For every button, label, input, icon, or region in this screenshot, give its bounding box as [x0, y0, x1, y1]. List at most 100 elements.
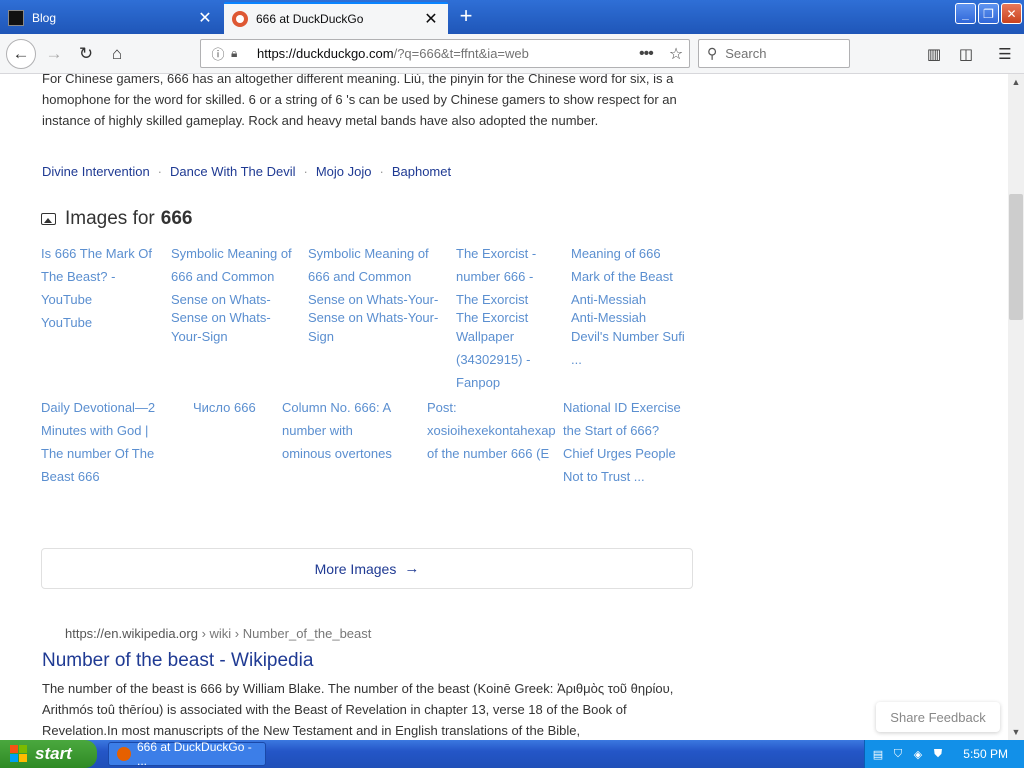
security-alert-icon[interactable]: ⛊ — [931, 747, 945, 761]
minimize-button[interactable]: _ — [955, 3, 976, 24]
image-tile-caption: National ID Exercise — [563, 400, 681, 415]
image-result-tile[interactable]: Column No. 666: A number with ominous over… — [282, 396, 412, 465]
image-tile-caption: Число 666 — [193, 400, 256, 415]
image-icon — [41, 213, 56, 225]
search-placeholder: Search — [725, 46, 767, 61]
image-tile-caption: ... — [571, 352, 582, 367]
bookmark-star-icon[interactable]: ☆ — [663, 44, 689, 64]
image-result-tile[interactable]: Post: xosioihexekontahexap of the number 6… — [427, 396, 557, 465]
image-tile-caption: Column No. 666: A — [282, 400, 392, 415]
image-tile-caption: Beast 666 — [41, 469, 100, 484]
start-button[interactable]: start — [0, 740, 97, 768]
image-tile-caption: 666 and Common — [171, 269, 275, 284]
url-text[interactable]: https://duckduckgo.com/?q=666&t=ffnt&ia=… — [257, 46, 639, 61]
windows-logo-icon — [10, 745, 28, 763]
share-feedback-button[interactable]: Share Feedback — [876, 702, 1000, 732]
images-heading-query: 666 — [160, 208, 193, 229]
scroll-down-icon[interactable]: ▼ — [1008, 724, 1024, 740]
image-result-tile[interactable]: Is 666 The Mark Of The Beast? - YouTube You… — [41, 242, 169, 334]
image-tile-caption: Meaning of 666 — [571, 246, 661, 261]
scroll-up-icon[interactable]: ▲ — [1008, 74, 1024, 90]
firefox-icon — [117, 747, 131, 761]
image-result-tile[interactable]: Meaning of 666 Mark of the Beast Anti-Mess… — [571, 242, 695, 371]
shield-icon[interactable]: ⛉ — [891, 747, 905, 761]
keyboard-icon[interactable]: ▤ — [871, 747, 885, 761]
url-host: https://duckduckgo.com — [257, 46, 394, 61]
image-tile-caption: Wallpaper — [456, 329, 515, 344]
search-input[interactable]: ⚲ Search — [698, 39, 850, 68]
hamburger-menu-icon[interactable]: ☰ — [993, 42, 1017, 66]
taskbar: start 666 at DuckDuckGo - ... ▤ ⛉ ◈ ⛊ 5:… — [0, 740, 1024, 768]
tab-duckduckgo[interactable]: 666 at DuckDuckGo ✕ — [224, 2, 448, 34]
image-result-tile[interactable]: The Exorcist - number 666 - The Exorcist Th… — [456, 242, 564, 394]
image-tile-caption: Sign — [308, 329, 335, 344]
close-tab-icon[interactable]: ✕ — [196, 9, 214, 27]
image-tile-caption: Devil's Number Sufi — [571, 329, 685, 344]
image-tile-caption: (34302915) - — [456, 352, 531, 367]
page-actions-icon[interactable]: ••• — [639, 45, 663, 63]
image-tile-caption: xosioihexekontahexap — [427, 423, 556, 438]
close-tab-icon[interactable]: ✕ — [422, 10, 440, 28]
more-images-label: More Images — [314, 560, 397, 577]
image-tile-caption: The Exorcist — [456, 292, 529, 307]
related-link[interactable]: Baphomet — [392, 164, 451, 179]
forward-button[interactable]: → — [40, 41, 68, 67]
images-heading: Images for 666 — [41, 208, 192, 230]
tab-title: Blog — [32, 11, 57, 25]
sidebar-icon[interactable]: ◫ — [954, 42, 978, 66]
related-link[interactable]: Dance With The Devil — [170, 164, 295, 179]
result-title-link[interactable]: Number of the beast - Wikipedia — [42, 650, 313, 672]
info-icon[interactable]: ⓘ — [209, 44, 227, 63]
related-link[interactable]: Divine Intervention — [42, 164, 150, 179]
image-tile-caption: Anti-Messiah — [571, 310, 647, 325]
image-result-tile[interactable]: Symbolic Meaning of 666 and Common Sense o… — [308, 242, 448, 348]
image-tile-caption: Fanpop — [456, 375, 501, 390]
scroll-thumb[interactable] — [1009, 194, 1023, 320]
address-bar[interactable]: ⓘ 🔒︎ https://duckduckgo.com/?q=666&t=ffn… — [200, 39, 690, 68]
image-result-tile[interactable]: Daily Devotional—2 Minutes with God | The … — [41, 396, 169, 488]
image-tile-caption: Sense on Whats- — [171, 310, 271, 325]
home-button[interactable]: ⌂ — [103, 41, 131, 67]
close-window-button[interactable]: ✕ — [1001, 3, 1022, 24]
restore-button[interactable]: ❐ — [978, 3, 999, 24]
taskbar-firefox-item[interactable]: 666 at DuckDuckGo - ... — [108, 740, 266, 768]
image-tile-caption: Minutes with God | — [41, 423, 149, 438]
images-heading-label: Images for — [65, 208, 155, 229]
image-tile-caption: Symbolic Meaning of — [308, 246, 429, 261]
tab-title: 666 at DuckDuckGo — [256, 12, 364, 26]
related-link[interactable]: Mojo Jojo — [316, 164, 372, 179]
image-tile-caption: Chief Urges People — [563, 446, 676, 461]
lock-icon[interactable]: 🔒︎ — [231, 46, 247, 61]
vertical-scrollbar[interactable]: ▲ ▼ — [1008, 74, 1024, 740]
result-snippet: The number of the beast is 666 by Willia… — [42, 681, 674, 738]
image-tile-caption: Sense on Whats-Your- — [308, 292, 439, 307]
reload-button[interactable]: ↻ — [72, 41, 100, 67]
image-tile-caption: Not to Trust ... — [563, 469, 645, 484]
image-tile-caption: Your-Sign — [171, 329, 228, 344]
image-tile-caption: YouTube — [41, 315, 93, 330]
url-path: /?q=666&t=ffnt&ia=web — [393, 46, 529, 61]
navigation-toolbar: ← → ↻ ⌂ ⓘ 🔒︎ https://duckduckgo.com/?q=6… — [0, 34, 1024, 74]
result-url[interactable]: https://en.wikipedia.org › wiki › Number… — [65, 626, 371, 641]
image-result-tile[interactable]: Symbolic Meaning of 666 and Common Sense o… — [171, 242, 303, 348]
result-url-path: › wiki › Number_of_the_beast — [197, 626, 372, 641]
new-tab-icon[interactable]: + — [454, 5, 478, 29]
intro-paragraph: For Chinese gamers, 666 has an altogethe… — [42, 74, 677, 128]
clock: 5:50 PM — [963, 747, 1008, 761]
image-tile-caption: ominous overtones — [282, 446, 392, 461]
library-icon[interactable]: ▥ — [922, 42, 946, 66]
more-images-button[interactable]: More Images → — [41, 548, 693, 589]
taskbar-item-label: 666 at DuckDuckGo - ... — [137, 740, 252, 768]
search-icon: ⚲ — [707, 45, 718, 61]
back-button[interactable]: ← — [6, 39, 36, 69]
network-icon[interactable]: ◈ — [911, 747, 925, 761]
image-result-tile[interactable]: National ID Exercise the Start of 666? Chi… — [563, 396, 693, 488]
image-tile-caption: Post: — [427, 400, 457, 415]
page-content: For Chinese gamers, 666 has an altogethe… — [0, 74, 1008, 740]
start-label: start — [35, 744, 72, 763]
tab-blog[interactable]: Blog ✕ — [0, 2, 222, 34]
image-tile-caption: The Beast? - — [41, 269, 116, 284]
image-tile-caption: Mark of the Beast — [571, 269, 673, 284]
image-result-tile[interactable]: Число 666 — [193, 396, 273, 419]
image-tile-caption: The Exorcist — [456, 310, 529, 325]
